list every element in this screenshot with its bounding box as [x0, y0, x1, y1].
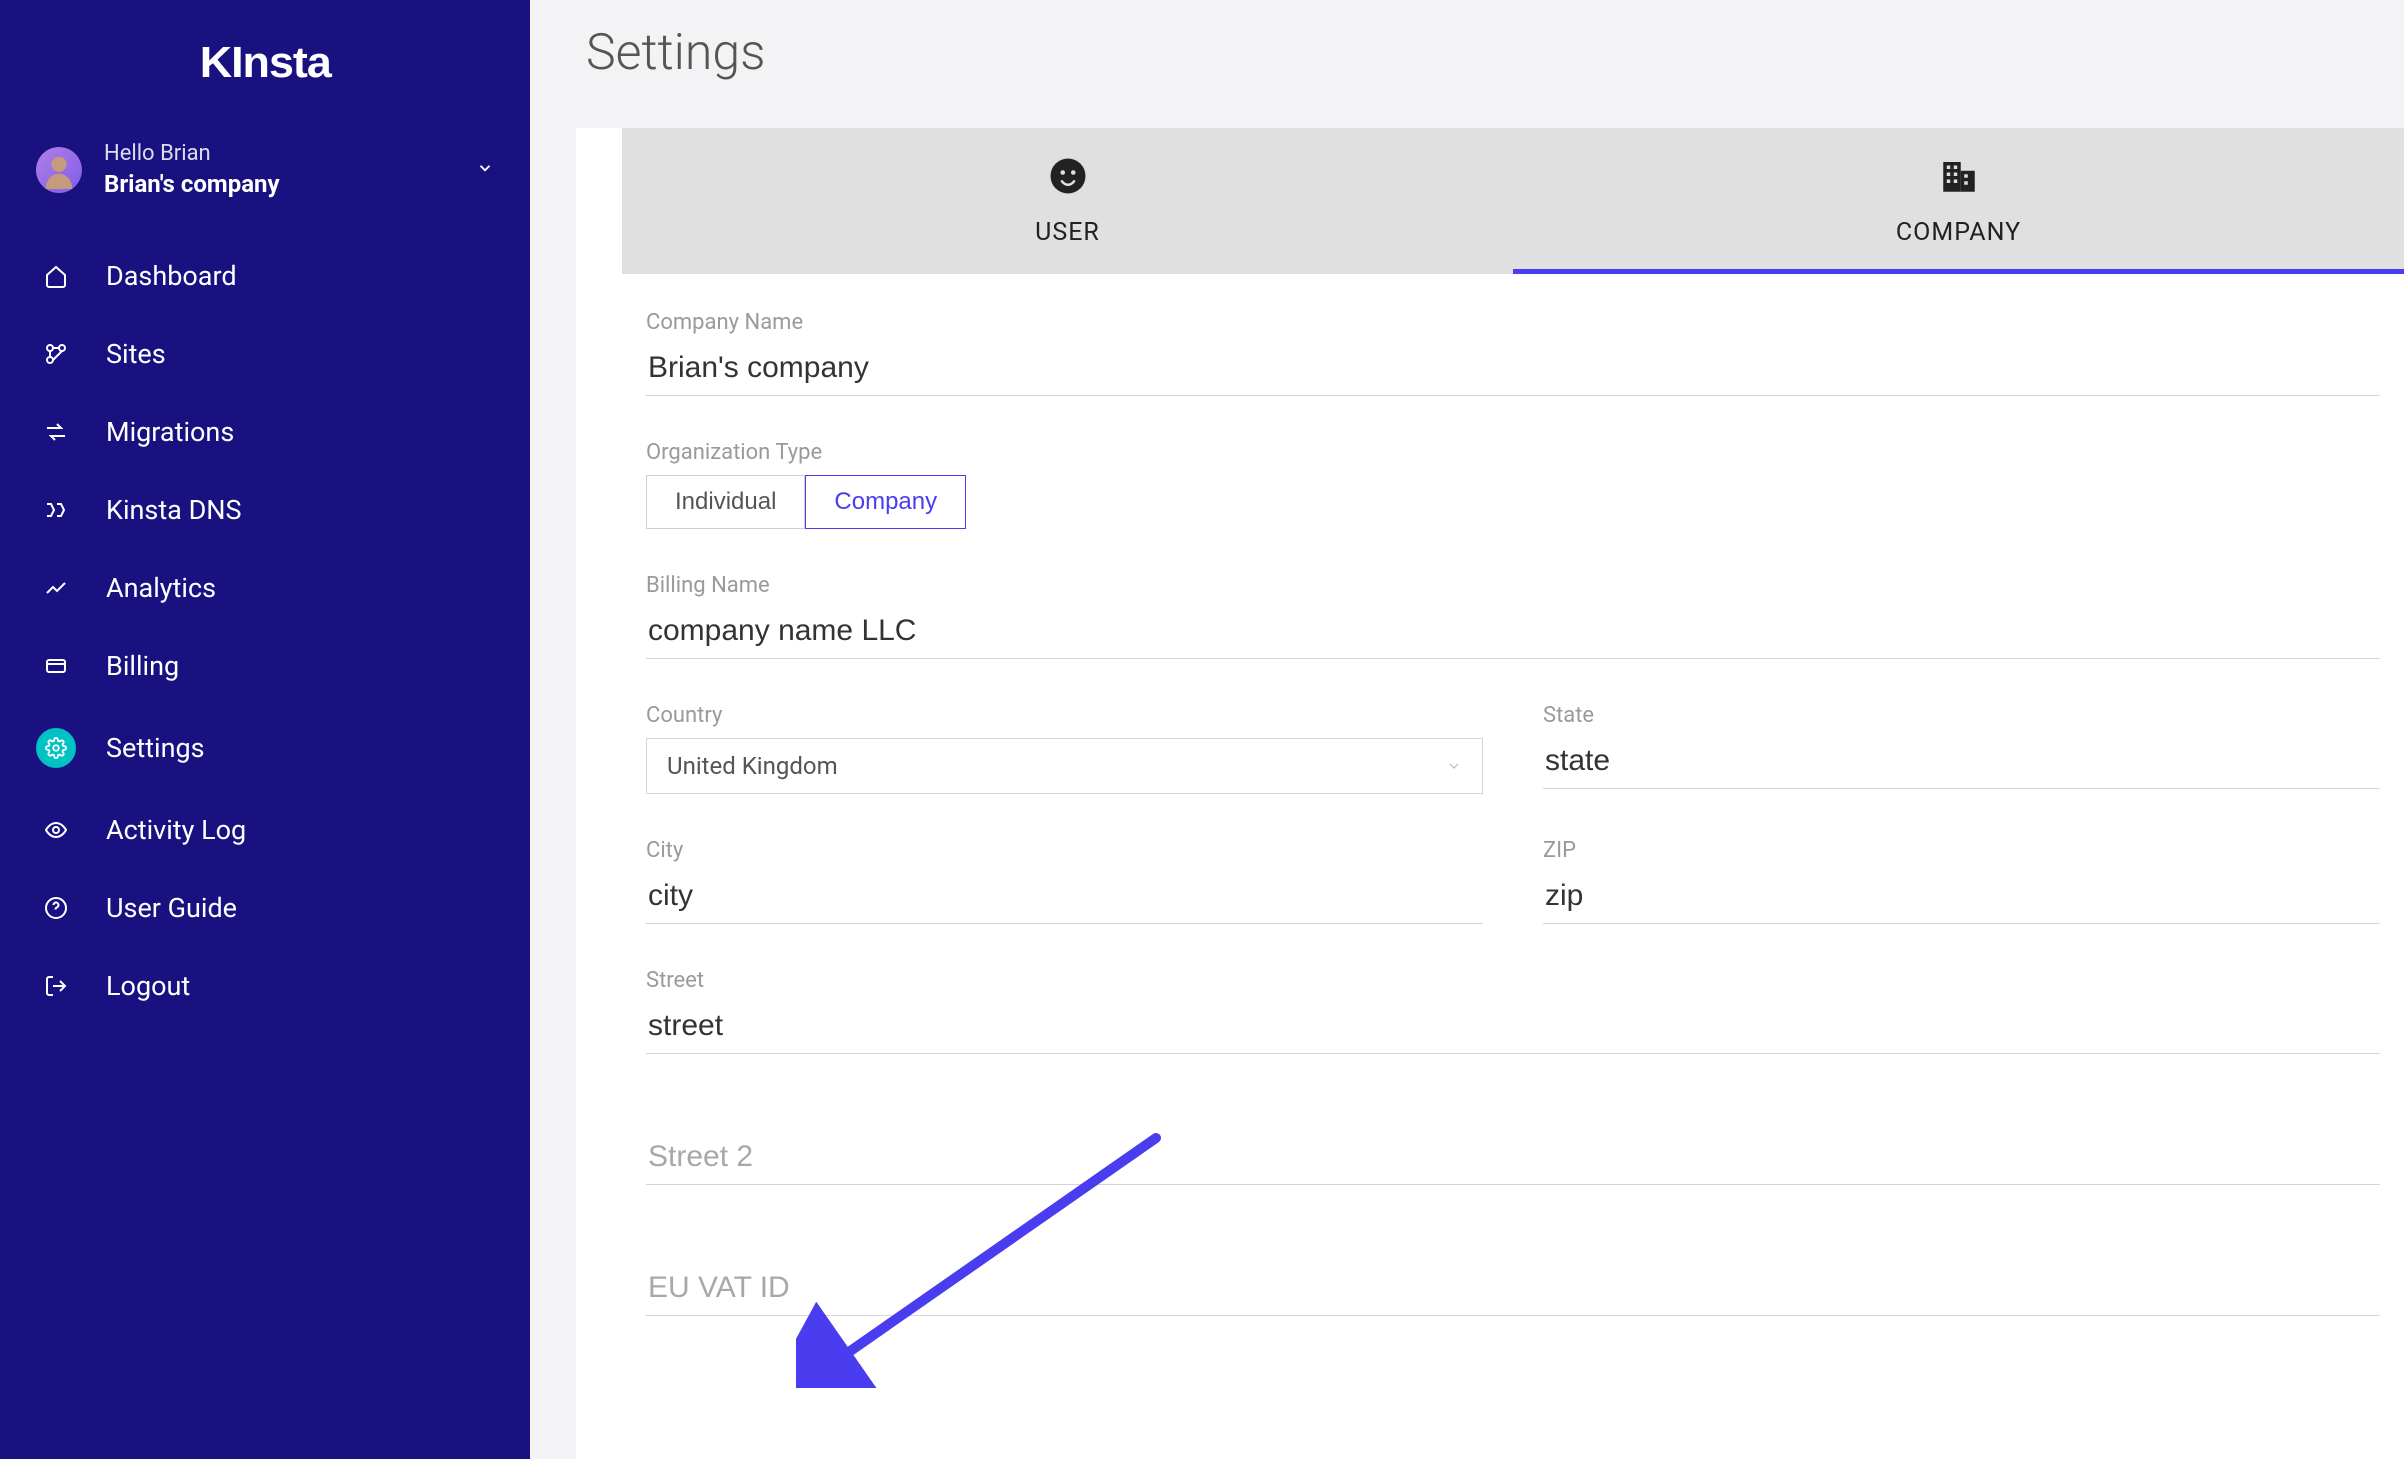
- user-hello: Hello Brian: [104, 140, 454, 169]
- street-label: Street: [646, 968, 2380, 993]
- tab-label: USER: [1035, 218, 1100, 247]
- logout-icon: [40, 974, 72, 998]
- help-icon: [40, 896, 72, 920]
- nav-label: Settings: [106, 732, 205, 764]
- tab-company[interactable]: COMPANY: [1513, 128, 2404, 274]
- chevron-down-icon: [1446, 752, 1462, 780]
- nav-label: Analytics: [106, 572, 216, 604]
- nav-label: Sites: [106, 338, 166, 370]
- org-type-label: Organization Type: [646, 440, 2380, 465]
- billing-name-label: Billing Name: [646, 573, 2380, 598]
- sidebar-item-billing[interactable]: Billing: [24, 630, 506, 702]
- page-title: Settings: [530, 0, 2404, 128]
- tab-label: COMPANY: [1896, 218, 2021, 247]
- company-name-label: Company Name: [646, 310, 2380, 335]
- nav-label: Logout: [106, 970, 190, 1002]
- sites-icon: [40, 342, 72, 366]
- sidebar-item-activity[interactable]: Activity Log: [24, 794, 506, 866]
- home-icon: [40, 264, 72, 288]
- billing-icon: [40, 654, 72, 678]
- country-label: Country: [646, 703, 1483, 728]
- building-icon: [1938, 155, 1980, 204]
- company-switcher[interactable]: Hello Brian Brian's company: [0, 128, 530, 240]
- billing-name-input[interactable]: [646, 608, 2380, 659]
- main: Settings USER COMPANY Company Name: [530, 0, 2404, 1459]
- dns-icon: [40, 498, 72, 522]
- org-type-individual[interactable]: Individual: [646, 475, 805, 529]
- gear-icon: [36, 728, 76, 768]
- user-company: Brian's company: [104, 169, 454, 200]
- sidebar-item-logout[interactable]: Logout: [24, 950, 506, 1022]
- state-input[interactable]: [1543, 738, 2380, 789]
- eye-icon: [40, 818, 72, 842]
- sidebar-item-dashboard[interactable]: Dashboard: [24, 240, 506, 312]
- vat-input[interactable]: [646, 1265, 2380, 1316]
- street2-input[interactable]: [646, 1134, 2380, 1185]
- city-label: City: [646, 838, 1483, 863]
- nav-label: Kinsta DNS: [106, 494, 242, 526]
- analytics-icon: [40, 576, 72, 600]
- city-input[interactable]: [646, 873, 1483, 924]
- settings-tabs: USER COMPANY: [622, 128, 2404, 274]
- sidebar-nav: Dashboard Sites Migrations Kinsta DNS An…: [0, 240, 530, 1022]
- org-type-toggle: Individual Company: [646, 475, 2380, 529]
- zip-label: ZIP: [1543, 838, 2380, 863]
- org-type-company[interactable]: Company: [805, 475, 966, 529]
- nav-label: User Guide: [106, 892, 237, 924]
- sidebar: KInsta Hello Brian Brian's company Dashb…: [0, 0, 530, 1459]
- tab-user[interactable]: USER: [622, 128, 1513, 274]
- company-form: Company Name Organization Type Individua…: [576, 274, 2404, 1376]
- settings-panel: USER COMPANY Company Name Organization T…: [576, 128, 2404, 1459]
- avatar: [36, 147, 82, 193]
- country-value: United Kingdom: [667, 752, 838, 780]
- sidebar-item-dns[interactable]: Kinsta DNS: [24, 474, 506, 546]
- nav-label: Dashboard: [106, 260, 237, 292]
- sidebar-item-settings[interactable]: Settings: [24, 708, 506, 788]
- street-input[interactable]: [646, 1003, 2380, 1054]
- company-name-input[interactable]: [646, 345, 2380, 396]
- migrations-icon: [40, 420, 72, 444]
- chevron-down-icon: [476, 159, 494, 181]
- sidebar-item-migrations[interactable]: Migrations: [24, 396, 506, 468]
- nav-label: Billing: [106, 650, 179, 682]
- nav-label: Activity Log: [106, 814, 246, 846]
- brand-logo: KInsta: [0, 20, 530, 128]
- state-label: State: [1543, 703, 2380, 728]
- zip-input[interactable]: [1543, 873, 2380, 924]
- sidebar-item-sites[interactable]: Sites: [24, 318, 506, 390]
- user-face-icon: [1047, 155, 1089, 204]
- sidebar-item-analytics[interactable]: Analytics: [24, 552, 506, 624]
- sidebar-item-guide[interactable]: User Guide: [24, 872, 506, 944]
- country-select[interactable]: United Kingdom: [646, 738, 1483, 794]
- nav-label: Migrations: [106, 416, 234, 448]
